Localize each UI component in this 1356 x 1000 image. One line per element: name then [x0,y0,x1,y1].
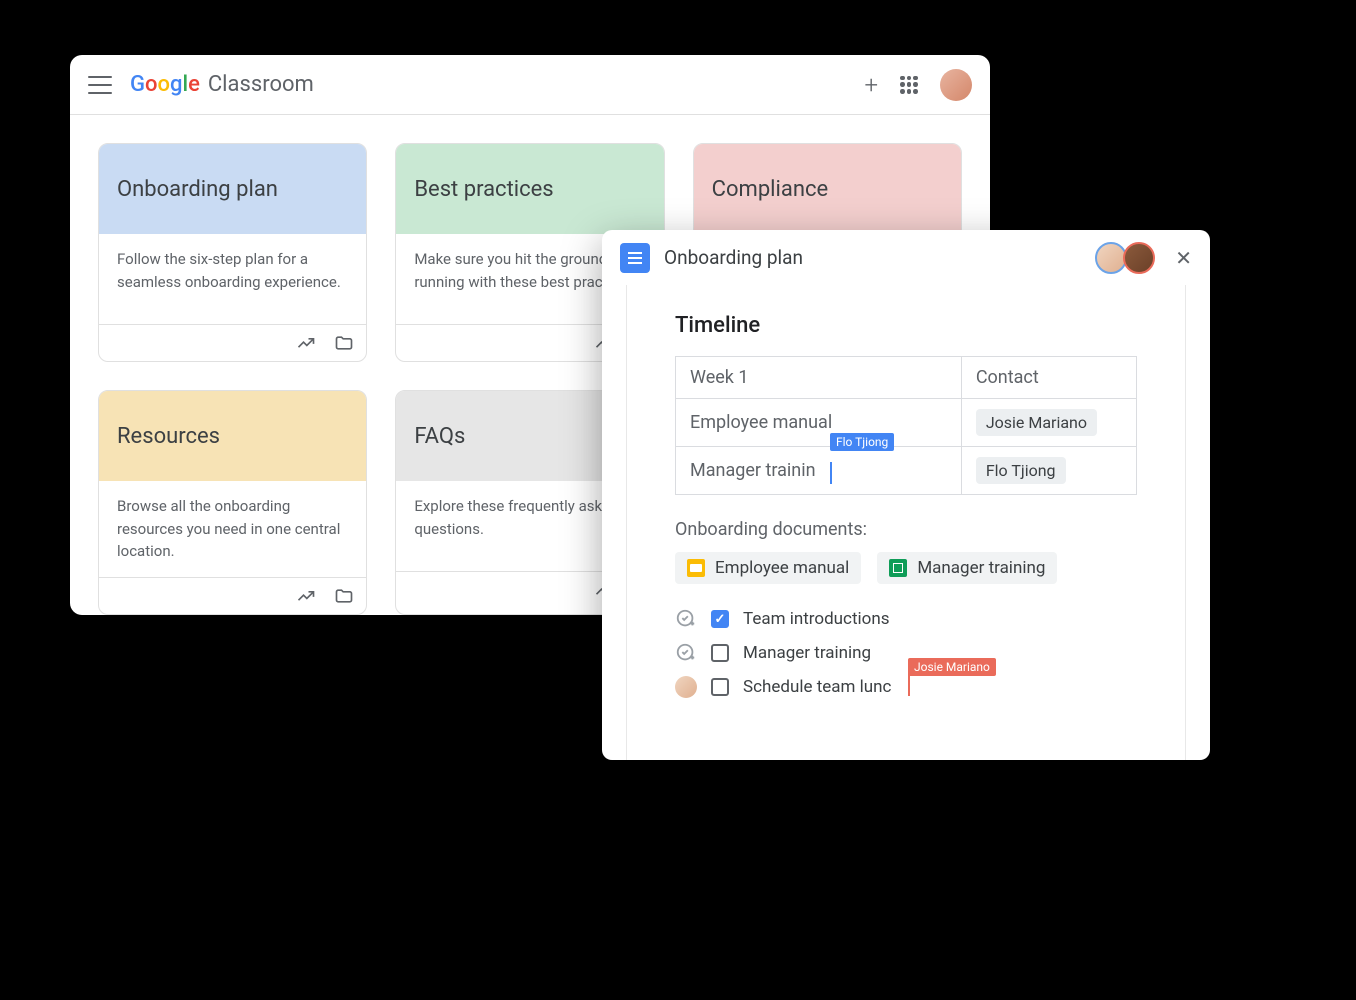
assign-task-icon[interactable] [675,608,697,630]
checkbox[interactable] [711,644,729,662]
card-title: Best practices [396,144,663,234]
table-header-contact[interactable]: Contact [961,357,1136,399]
timeline-table: Week 1 Contact Employee manual Josie Mar… [675,356,1137,495]
docs-header: Onboarding plan ✕ [602,230,1210,285]
doc-page[interactable]: Timeline Week 1 Contact Employee manual … [626,285,1186,760]
menu-icon[interactable] [88,76,112,94]
assign-task-icon[interactable] [675,642,697,664]
class-card[interactable]: Resources Browse all the onboarding reso… [98,390,367,615]
google-classroom-logo[interactable]: Google Classroom [130,72,314,97]
card-description: Browse all the onboarding resources you … [99,481,366,577]
doc-chip-slides[interactable]: Employee manual [675,552,861,584]
trending-icon[interactable] [296,333,316,353]
doc-heading: Timeline [675,313,1137,338]
collab-cursor-tag: Josie Mariano [908,658,996,676]
google-apps-icon[interactable] [900,76,918,94]
docs-window: Onboarding plan ✕ Timeline Week 1 Contac… [602,230,1210,760]
contact-chip[interactable]: Josie Mariano [976,409,1097,436]
classroom-header: Google Classroom + [70,55,990,115]
table-cell-item[interactable]: Manager trainin Flo Tjiong [676,447,962,495]
collab-cursor-caret [830,462,832,484]
checklist-label: Manager training [743,643,871,663]
slides-icon [687,559,705,577]
collaborator-avatar-2[interactable] [1123,242,1155,274]
table-header-week[interactable]: Week 1 [676,357,962,399]
checklist-item[interactable]: Schedule team lunc Josie Mariano [675,676,1137,698]
collab-cursor-caret [908,674,910,696]
section-label: Onboarding documents: [675,519,1137,540]
card-footer [99,324,366,361]
checklist-label: Team introductions [743,609,890,629]
table-cell-contact[interactable]: Josie Mariano [961,399,1136,447]
google-logo-text: Google [130,72,200,97]
assignee-avatar[interactable] [675,676,697,698]
checkbox[interactable] [711,610,729,628]
doc-title[interactable]: Onboarding plan [664,246,803,269]
trending-icon[interactable] [296,586,316,606]
table-cell-item[interactable]: Employee manual [676,399,962,447]
close-icon[interactable]: ✕ [1175,246,1192,270]
checkbox[interactable] [711,678,729,696]
folder-icon[interactable] [334,586,354,606]
collab-cursor-tag: Flo Tjiong [830,433,894,451]
class-card[interactable]: Onboarding plan Follow the six-step plan… [98,143,367,362]
doc-chip-sheets[interactable]: Manager training [877,552,1057,584]
user-avatar[interactable] [940,69,972,101]
doc-chips-row: Employee manual Manager training [675,552,1137,584]
app-name: Classroom [208,72,314,97]
folder-icon[interactable] [334,333,354,353]
card-title: Resources [99,391,366,481]
checklist-item[interactable]: Team introductions [675,608,1137,630]
create-icon[interactable]: + [864,71,878,99]
card-title: Compliance [694,144,961,234]
table-cell-contact[interactable]: Flo Tjiong [961,447,1136,495]
checklist-label: Schedule team lunc [743,677,891,697]
card-title: Onboarding plan [99,144,366,234]
card-description: Follow the six-step plan for a seamless … [99,234,366,324]
sheets-icon [889,559,907,577]
checklist: Team introductions Manager training Sche… [675,608,1137,698]
checklist-item[interactable]: Manager training [675,642,1137,664]
contact-chip[interactable]: Flo Tjiong [976,457,1066,484]
google-docs-icon [620,243,650,273]
card-footer [99,577,366,614]
